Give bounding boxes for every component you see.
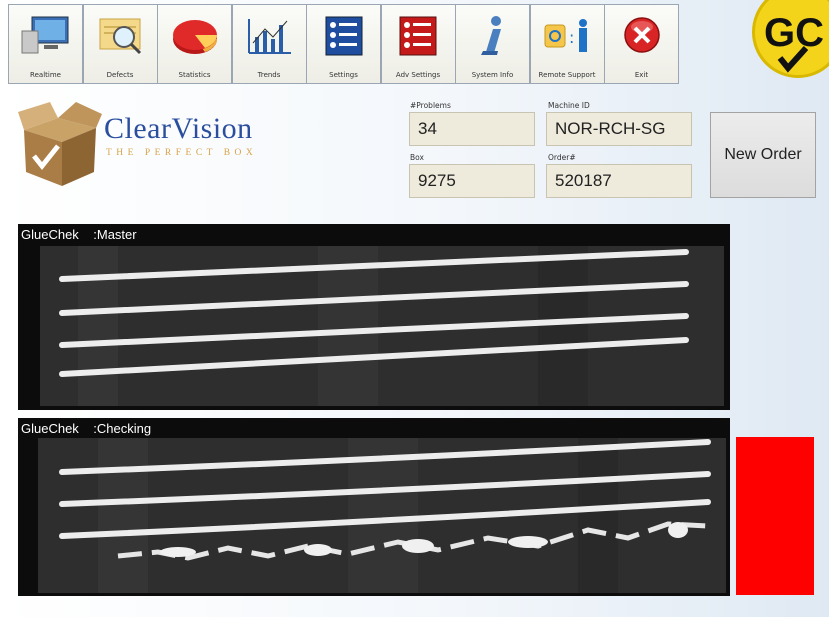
box-logo-icon xyxy=(18,102,102,186)
defect-status-indicator xyxy=(736,437,814,595)
adv-settings-button[interactable]: Adv Settings xyxy=(380,4,456,84)
settings-label: Settings xyxy=(329,71,358,79)
box-label: Box xyxy=(410,153,424,162)
trends-label: Trends xyxy=(257,71,281,79)
pie-chart-icon xyxy=(172,20,217,54)
system-info-label: System Info xyxy=(471,71,514,79)
problems-field: 34 xyxy=(409,112,535,146)
remote-support-label: Remote Support xyxy=(538,71,596,79)
settings-button[interactable]: Settings xyxy=(306,4,381,84)
clearvision-logo: ClearVision THE PERFECT BOX xyxy=(18,98,308,194)
gc-logo: GC xyxy=(764,11,824,73)
order-field: 520187 xyxy=(546,164,692,198)
trend-chart-icon xyxy=(248,19,291,54)
close-icon xyxy=(623,17,660,53)
statistics-button[interactable]: Statistics xyxy=(157,4,232,84)
new-order-button[interactable]: New Order xyxy=(710,112,816,198)
realtime-button[interactable]: Realtime xyxy=(8,4,83,84)
defects-label: Defects xyxy=(106,71,134,79)
checking-image-panel: GlueChek :Checking xyxy=(18,418,730,596)
master-glue-image xyxy=(40,246,724,406)
statistics-label: Statistics xyxy=(178,71,211,79)
order-label: Order# xyxy=(548,153,576,162)
adv-settings-label: Adv Settings xyxy=(395,71,441,79)
defects-button[interactable]: Defects xyxy=(82,4,158,84)
problems-label: #Problems xyxy=(410,101,451,110)
logo-name: ClearVision xyxy=(104,112,253,145)
gc-badge: GC xyxy=(752,0,829,78)
checking-panel-title: GlueChek :Checking xyxy=(21,421,152,436)
remote-support-icon: : xyxy=(544,19,587,52)
realtime-label: Realtime xyxy=(30,71,61,79)
system-info-button[interactable]: System Info xyxy=(455,4,530,84)
exit-label: Exit xyxy=(634,71,649,79)
master-image-panel: GlueChek :Master xyxy=(18,224,730,410)
exit-button[interactable]: Exit xyxy=(604,4,679,84)
master-panel-title: GlueChek :Master xyxy=(21,227,137,242)
box-field: 9275 xyxy=(409,164,535,198)
app-window: Realtime Defects Statistics Trends Setti… xyxy=(0,0,829,617)
gc-text: GC xyxy=(764,11,824,55)
logo-tagline: THE PERFECT BOX xyxy=(106,148,258,158)
monitor-icon xyxy=(21,16,68,54)
info-icon xyxy=(480,16,501,55)
toolbar: Realtime Defects Statistics Trends Setti… xyxy=(8,4,688,84)
advanced-settings-icon xyxy=(399,16,437,56)
checking-glue-image xyxy=(38,438,726,593)
magnifier-icon xyxy=(99,18,142,55)
remote-support-button[interactable]: : Remote Support xyxy=(529,4,605,84)
trends-button[interactable]: Trends xyxy=(231,4,307,84)
svg-text::: : xyxy=(569,28,574,47)
settings-list-icon xyxy=(325,16,362,56)
machine-id-label: Machine ID xyxy=(548,101,590,110)
machine-id-field: NOR-RCH-SG xyxy=(546,112,692,146)
